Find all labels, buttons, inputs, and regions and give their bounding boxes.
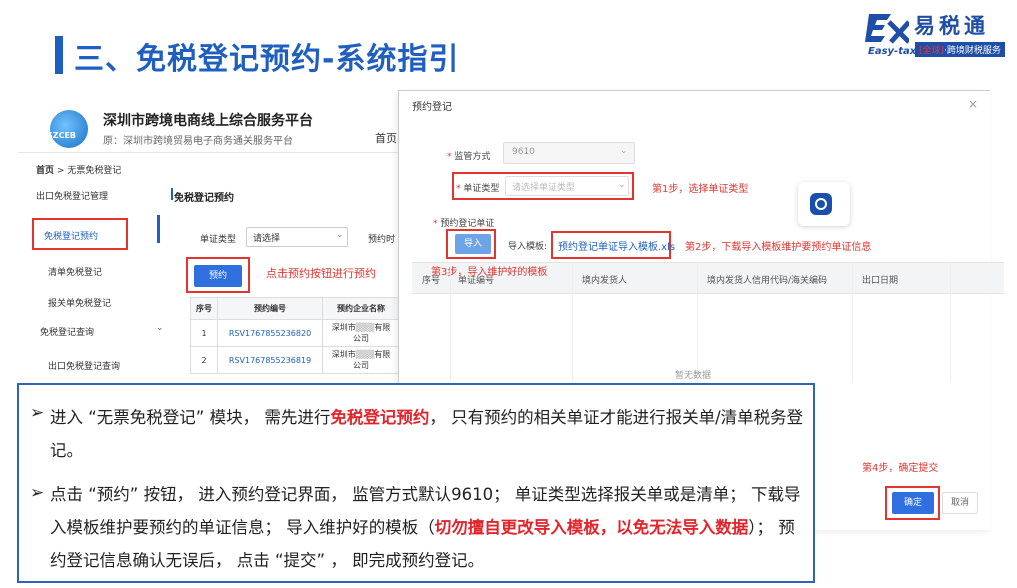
note-highlight-1: 免税登记预约: [330, 408, 430, 427]
reservation-number[interactable]: RSV1767855236820: [217, 319, 323, 347]
grid-divider: [450, 262, 451, 382]
logo-english: Easy-tax: [868, 46, 917, 57]
reserve-button[interactable]: 预约: [194, 265, 242, 287]
cancel-button[interactable]: 取消: [942, 492, 978, 514]
company-name: 深圳市▒▒▒有限 公司: [322, 346, 400, 374]
step1-annotation: 第1步，选择单证类型: [652, 184, 749, 195]
template-download-link[interactable]: 预约登记单证导入模板.xls: [558, 238, 675, 253]
doc-type-label: 单证类型: [200, 235, 237, 245]
sidebar-item-declaration-registration[interactable]: 报关单免税登记: [48, 296, 111, 309]
grid-column-header: 境内发货人: [582, 276, 628, 286]
row-index: 1: [189, 319, 219, 347]
grid-divider: [697, 262, 698, 382]
bullet-arrow-icon: ➢: [30, 483, 45, 503]
grid-column-header: 序号: [422, 276, 441, 286]
portal-home-link[interactable]: 首页: [375, 130, 397, 146]
cert-type-select[interactable]: 请选择单证类型: [505, 176, 629, 196]
portal-old-name: 原：深圳市跨境贸易电子商务通关服务平台: [103, 136, 293, 147]
supervision-label: * 监管方式: [447, 152, 491, 162]
logo-name: 易税通: [914, 14, 989, 38]
row-index: 2: [189, 346, 219, 374]
empty-state: 暂无数据: [675, 371, 712, 381]
import-button[interactable]: 导入: [455, 234, 491, 254]
note-paragraph-1: 进入 “无票免税登记” 模块， 需先进行免税登记预约， 只有预约的相关单证才能进…: [50, 408, 804, 460]
reserve-time-label: 预约时: [368, 235, 396, 245]
breadcrumb-home[interactable]: 首页: [36, 166, 54, 176]
slide-title: 三、免税登记预约-系统指引: [74, 42, 460, 77]
template-label: 导入模板:: [508, 242, 548, 252]
sidebar-item-export-registration-query[interactable]: 出口免税登记查询: [48, 359, 120, 372]
grid-divider: [950, 262, 951, 382]
assistant-icon[interactable]: [810, 193, 832, 215]
grid-column-header: 境内发货人信用代码/海关编码: [707, 276, 828, 286]
note-highlight-2: 切勿擅自更改导入模板，以免无法导入数据: [434, 518, 749, 537]
title-accent-bar: [55, 36, 63, 74]
grid-column-header: 出口日期: [862, 276, 899, 286]
step2-annotation: 第2步，下载导入模板维护要预约单证信息: [685, 242, 872, 253]
table-row[interactable]: 2 RSV1767855236819 深圳市▒▒▒有限 公司: [189, 346, 400, 374]
portal-logo-text: SZCEB: [47, 131, 76, 140]
sidebar-item-list-registration[interactable]: 清单免税登记: [48, 265, 102, 278]
grid-column-header: 单证编号: [458, 276, 495, 286]
breadcrumb-current: 无票免税登记: [67, 166, 122, 176]
logo-tagline: [全球]·跨境财税服务: [915, 42, 1005, 57]
sidebar-item-tax-free-reservation[interactable]: 免税登记预约: [44, 229, 98, 242]
portal-divider: [18, 152, 398, 153]
grid-divider: [572, 262, 573, 382]
reserve-annotation: 点击预约按钮进行预约: [266, 267, 376, 280]
szceb-logo-icon: [50, 110, 88, 148]
bullet-arrow-icon: ➢: [30, 403, 45, 423]
table-header: 序号: [189, 297, 219, 320]
chevron-down-icon[interactable]: ⌄: [156, 323, 164, 333]
chevron-down-icon: ⌄: [336, 230, 344, 240]
note-paragraph-2: 点击 “预约” 按钮， 进入预约登记界面， 监管方式默认9610； 单证类型选择…: [50, 485, 801, 570]
modal-title: 预约登记: [412, 102, 452, 113]
supervision-select[interactable]: 9610: [503, 142, 635, 164]
close-icon[interactable]: ×: [968, 97, 978, 111]
grid-divider: [852, 262, 853, 382]
sidebar-active-indicator: [157, 215, 160, 243]
table-row[interactable]: 1 RSV1767855236820 深圳市▒▒▒有限 公司: [189, 319, 400, 347]
reservation-table: 序号 预约编号 预约企业名称 1 RSV1767855236820 深圳市▒▒▒…: [189, 297, 400, 374]
chevron-down-icon: ⌄: [620, 146, 628, 156]
step4-annotation: 第4步，确定提交: [862, 463, 939, 474]
cert-type-label: * 单证类型: [456, 184, 500, 194]
appt-docs-label: * 预约登记单证: [433, 219, 495, 229]
breadcrumb: 首页 > 无票免税登记: [36, 163, 121, 176]
sidebar-group-export-tax-free[interactable]: 出口免税登记管理: [36, 189, 108, 202]
sidebar-group-registration-query[interactable]: 免税登记查询: [40, 325, 94, 338]
logo-tagline-suffix: ·跨境财税服务: [944, 46, 1001, 56]
reservation-number[interactable]: RSV1767855236819: [217, 346, 323, 374]
table-header: 预约企业名称: [322, 297, 400, 320]
confirm-button[interactable]: 确定: [892, 492, 934, 514]
easytax-logo-icon: [865, 14, 909, 44]
chevron-down-icon: ⌄: [618, 180, 626, 190]
table-header: 预约编号: [217, 297, 323, 320]
content-title-accent: [171, 188, 173, 200]
portal-name: 深圳市跨境电商线上综合服务平台: [103, 113, 313, 129]
breadcrumb-separator: >: [56, 166, 65, 176]
doc-type-select[interactable]: 请选择: [246, 227, 348, 247]
logo-tagline-prefix: [全球]: [919, 46, 945, 56]
content-title: 免税登记预约: [174, 193, 234, 204]
company-name: 深圳市▒▒▒有限 公司: [322, 319, 400, 347]
